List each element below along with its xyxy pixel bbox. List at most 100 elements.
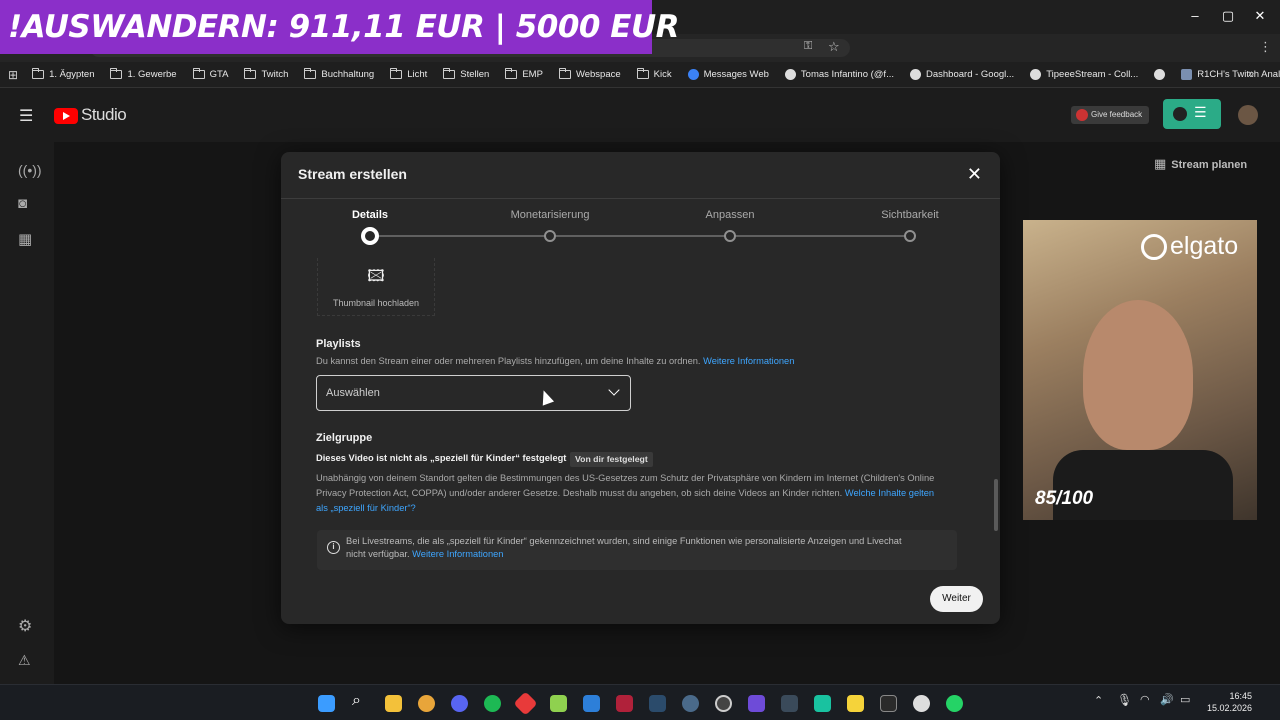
app-icon[interactable] [781,695,798,712]
bookmark-folder[interactable]: Stellen [435,62,497,87]
add-image-icon: 🖾 [367,268,385,285]
account-avatar[interactable] [1238,105,1258,125]
bookmark-folder[interactable]: Buchhaltung [296,62,382,87]
menu-icon[interactable]: ☰ [19,106,33,126]
step-details[interactable]: Details [300,209,440,221]
apps-grid-icon[interactable]: ⊞ [8,68,18,82]
app-icon[interactable] [814,695,831,712]
bookmarks-bar: ⊞ 1. Ägypten 1. Gewerbe GTA Twitch Buchh… [0,62,1280,88]
bookmark-folder[interactable]: Twitch [236,62,296,87]
info-text: Bei Livestreams, die als „speziell für K… [346,536,902,559]
app-icon[interactable] [616,695,633,712]
app-icon[interactable] [748,695,765,712]
give-feedback-button[interactable]: Give feedback [1071,106,1150,124]
bookmark-folder[interactable]: GTA [185,62,237,87]
whatsapp-icon[interactable] [946,695,963,712]
folder-icon [443,68,456,79]
stream-overlay-banner: !AUSWANDERN: 911,11 EUR | 5000 EUR [0,0,680,54]
step-visibility[interactable]: Sichtbarkeit [840,209,980,221]
webcam-overlay: elgato 85/100 [1023,220,1257,520]
feedback-icon[interactable]: ⚠ [18,652,31,669]
spotify-icon[interactable] [484,695,501,712]
app-icon[interactable] [550,695,567,712]
folder-icon [32,68,45,79]
next-button[interactable]: Weiter [930,586,983,612]
dialog-title: Stream erstellen [298,166,407,182]
bookmark-link[interactable]: Dashboard - Googl... [902,62,1022,87]
step-monetization[interactable]: Monetarisierung [480,209,620,221]
channel-icon [1173,107,1187,121]
discord-icon[interactable] [451,695,468,712]
obs-icon[interactable] [715,695,732,712]
bookmark-folder[interactable]: Kick [629,62,680,87]
bookmark-link[interactable]: Tomas Infantino (@f... [777,62,902,87]
thumbnail-upload-button[interactable]: 🖾 Thumbnail hochladen [317,258,435,316]
steam-icon[interactable] [649,695,666,712]
bookmark-link[interactable]: Messages Web [680,62,777,87]
more-info-link[interactable]: Weitere Informationen [703,356,794,366]
calendar-icon: ▦ [1154,156,1167,171]
bookmark-folder[interactable]: 1. Ägypten [24,62,102,87]
chrome-icon[interactable] [418,695,435,712]
divider [281,198,1000,199]
file-explorer-icon[interactable] [385,695,402,712]
app-icon[interactable] [682,695,699,712]
folder-icon [505,68,518,79]
kids-content-link[interactable]: Welche Inhalte gelten [845,488,934,498]
step-dot-visibility [904,230,916,242]
bookmark-folder[interactable]: Licht [382,62,435,87]
close-window-button[interactable]: ✕ [1250,8,1270,24]
maximize-button[interactable]: ▢ [1218,8,1238,24]
bookmark-link[interactable] [1146,62,1173,87]
bookmark-folder[interactable]: Webspace [551,62,629,87]
microphone-icon[interactable]: 🎙 [1117,693,1132,707]
bookmark-folder[interactable]: 1. Gewerbe [102,62,184,87]
more-bookmarks-icon[interactable]: » [1248,68,1254,80]
chatgpt-icon[interactable] [913,695,930,712]
channel-switch-button[interactable]: ☰ [1163,99,1221,129]
key-icon[interactable]: ⚿ [804,40,812,53]
windows-taskbar: ⌕ ⌃ 🎙 ◠ 🔊 ▭ 16:45 15.02.2026 [0,684,1280,720]
audience-heading: Zielgruppe [316,432,373,444]
stream-planen-button[interactable]: ▦ Stream planen [1154,156,1247,172]
sticky-notes-icon[interactable] [847,695,864,712]
bookmark-link[interactable]: R1CH's Twitch Analy... [1173,62,1280,87]
clock[interactable]: 16:45 15.02.2026 [1200,690,1252,714]
start-icon[interactable] [318,695,335,712]
step-customize[interactable]: Anpassen [660,209,800,221]
cam-counter: 85/100 [1035,488,1094,509]
status-badge: Von dir festgelegt [570,452,653,467]
volume-icon[interactable]: 🔊 [1160,693,1174,706]
minimize-button[interactable]: – [1185,8,1205,23]
chevron-up-icon[interactable]: ⌃ [1094,694,1103,707]
folder-icon [192,68,205,79]
app-icon[interactable] [880,695,897,712]
scrollbar[interactable] [994,479,998,531]
webcam-person [1083,300,1193,450]
audience-status: Dieses Video ist nicht als „speziell für… [316,453,567,463]
wifi-icon[interactable]: ◠ [1140,693,1150,706]
chevron-down-icon [608,384,620,396]
live-icon[interactable]: ((•)) [18,162,42,178]
step-dot-monetization [544,230,556,242]
bookmark-link[interactable]: TipeeeStream - Coll... [1022,62,1146,87]
globe-icon [1154,69,1166,80]
elgato-logo-icon [1141,234,1167,260]
search-icon[interactable]: ⌕ [352,692,361,710]
battery-icon[interactable]: ▭ [1180,693,1190,706]
info-more-link[interactable]: Weitere Informationen [412,549,503,559]
browser-menu-icon[interactable]: ⋮ [1259,39,1272,55]
close-icon[interactable]: ✕ [967,164,982,185]
star-icon[interactable]: ☆ [828,39,840,55]
kids-content-link-cont[interactable]: als „speziell für Kinder“? [316,501,966,516]
settings-icon[interactable]: ⚙ [18,616,32,636]
vscode-icon[interactable] [583,695,600,712]
cam-brand: elgato [1170,232,1239,260]
camera-icon[interactable]: ◙ [18,195,27,212]
app-icon[interactable] [513,691,538,716]
bookmark-folder[interactable]: EMP [497,62,551,87]
folder-icon [304,68,317,79]
playlist-select[interactable]: Auswählen [316,375,631,411]
youtube-logo-icon[interactable] [54,108,78,124]
calendar-icon[interactable]: ▦ [18,230,32,248]
